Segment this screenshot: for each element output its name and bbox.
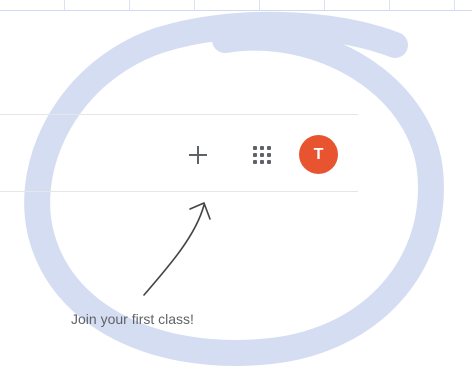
join-first-class-hint: Join your first class! [71,311,194,327]
google-apps-button[interactable] [246,139,278,171]
top-grid-decoration [0,0,472,11]
account-avatar[interactable]: T [299,135,338,174]
top-toolbar: T [0,114,358,192]
add-class-button[interactable] [182,139,214,171]
plus-icon [189,146,207,164]
hand-drawn-arrow-icon [143,202,211,296]
apps-grid-icon [253,146,271,164]
